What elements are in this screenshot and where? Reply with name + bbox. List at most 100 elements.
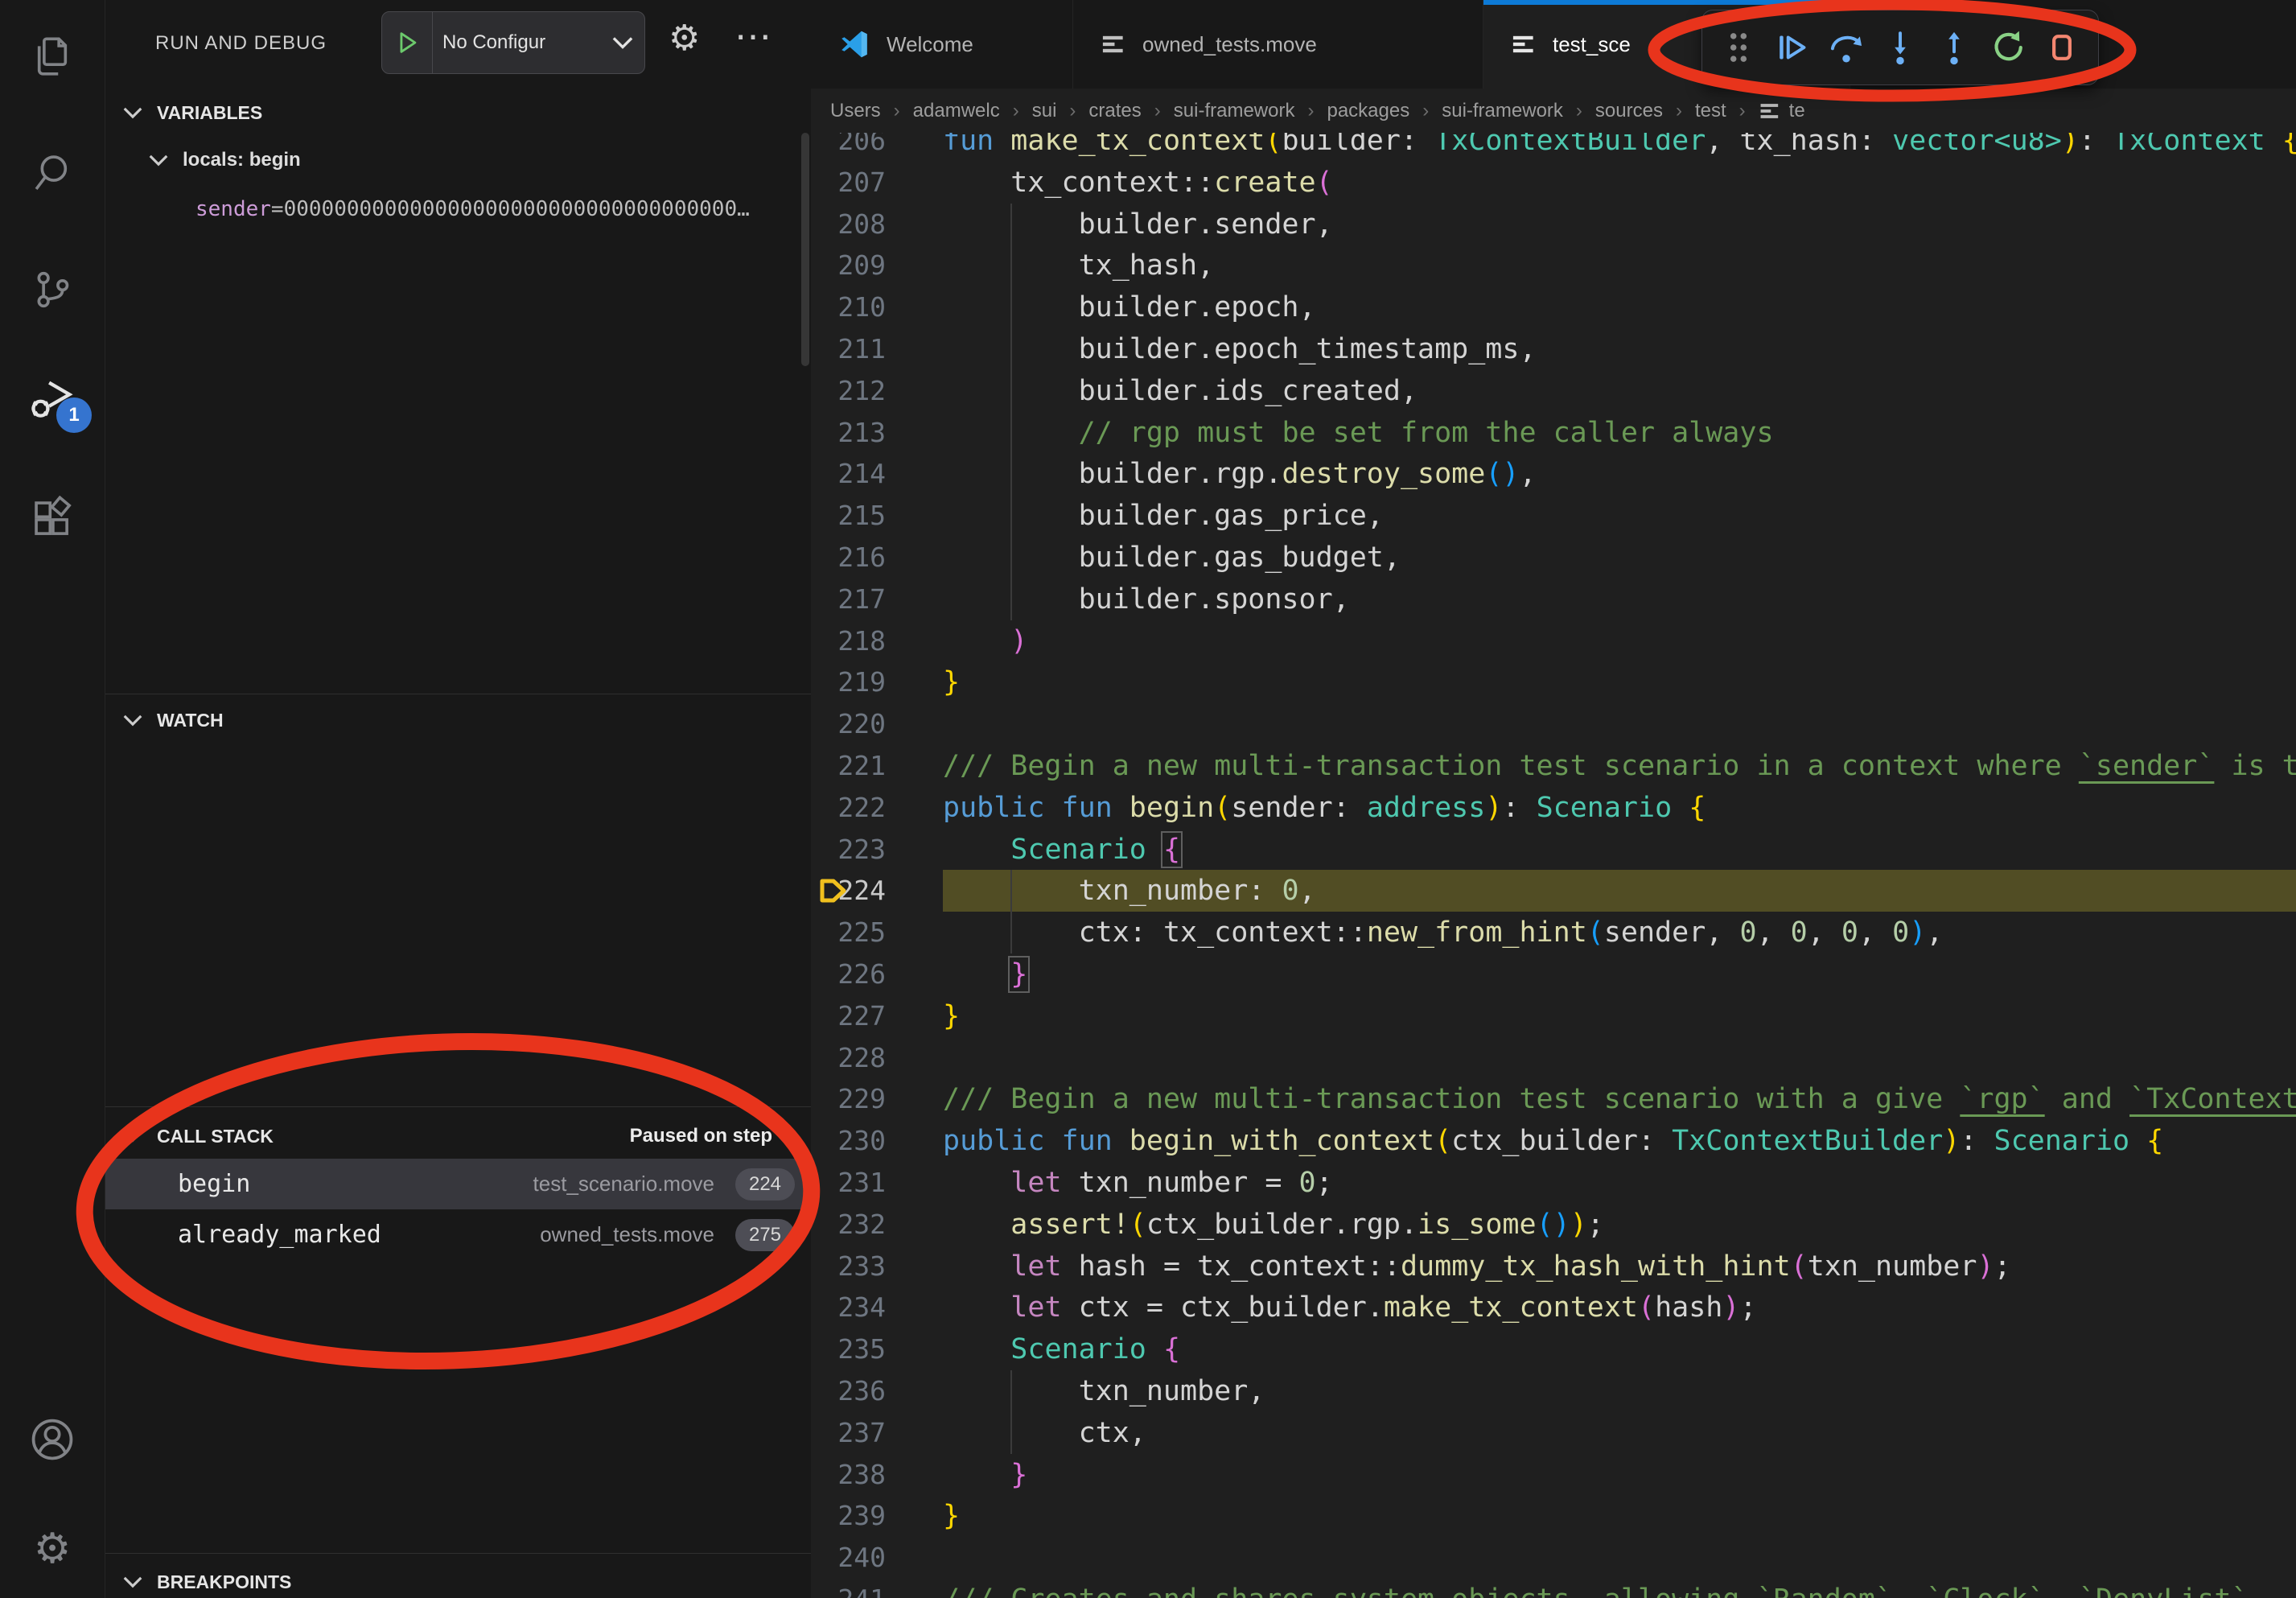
- breadcrumb-item[interactable]: packages: [1327, 100, 1409, 122]
- line-number[interactable]: 236: [811, 1370, 886, 1412]
- breadcrumb-item[interactable]: sui-framework: [1174, 100, 1295, 122]
- line-number[interactable]: 217: [811, 579, 886, 620]
- breadcrumb-item[interactable]: test: [1695, 100, 1726, 122]
- breadcrumb-item[interactable]: Users: [830, 100, 881, 122]
- code-line-210[interactable]: 210 builder.epoch,: [811, 286, 2296, 328]
- variables-section-header[interactable]: VARIABLES: [105, 90, 811, 135]
- line-number[interactable]: 210: [811, 286, 886, 328]
- tab-owned-tests[interactable]: owned_tests.move: [1073, 0, 1483, 89]
- line-number[interactable]: 208: [811, 204, 886, 245]
- line-number[interactable]: 209: [811, 245, 886, 286]
- line-number[interactable]: 228: [811, 1037, 886, 1079]
- code-line-215[interactable]: 215 builder.gas_price,: [811, 495, 2296, 537]
- line-number[interactable]: 227: [811, 995, 886, 1037]
- code-line-229[interactable]: 229/// Begin a new multi-transaction tes…: [811, 1078, 2296, 1120]
- step-into-icon[interactable]: [1877, 19, 1924, 76]
- code-line-227[interactable]: 227}: [811, 995, 2296, 1037]
- line-number[interactable]: 214: [811, 453, 886, 495]
- breadcrumb-item[interactable]: sui: [1032, 100, 1057, 122]
- line-number[interactable]: 218: [811, 620, 886, 662]
- line-number[interactable]: 223: [811, 829, 886, 871]
- code-line-234[interactable]: 234 let ctx = ctx_builder.make_tx_contex…: [811, 1287, 2296, 1328]
- line-number[interactable]: 233: [811, 1246, 886, 1287]
- explorer-icon[interactable]: [0, 12, 105, 101]
- line-number[interactable]: 212: [811, 370, 886, 412]
- line-number[interactable]: 219: [811, 661, 886, 703]
- source-control-icon[interactable]: [0, 245, 105, 334]
- line-number[interactable]: 229: [811, 1078, 886, 1120]
- sidebar-scrollbar[interactable]: [801, 133, 809, 366]
- line-number[interactable]: 231: [811, 1162, 886, 1204]
- line-number[interactable]: 232: [811, 1204, 886, 1246]
- run-and-debug-icon[interactable]: 1: [0, 356, 105, 444]
- line-number[interactable]: 237: [811, 1412, 886, 1454]
- code-line-208[interactable]: 208 builder.sender,: [811, 204, 2296, 245]
- continue-icon[interactable]: [1769, 19, 1817, 76]
- variables-scope-row[interactable]: locals: begin: [105, 137, 811, 183]
- code-line-212[interactable]: 212 builder.ids_created,: [811, 370, 2296, 412]
- debug-settings-gear-icon[interactable]: ⚙: [669, 18, 700, 59]
- stop-icon[interactable]: [2038, 19, 2085, 76]
- code-line-238[interactable]: 238 }: [811, 1454, 2296, 1496]
- code-line-213[interactable]: 213 // rgp must be set from the caller a…: [811, 412, 2296, 454]
- code-line-233[interactable]: 233 let hash = tx_context::dummy_tx_hash…: [811, 1246, 2296, 1287]
- code-line-217[interactable]: 217 builder.sponsor,: [811, 579, 2296, 620]
- line-number[interactable]: 226: [811, 953, 886, 995]
- line-number[interactable]: 215: [811, 495, 886, 537]
- code-line-231[interactable]: 231 let txn_number = 0;: [811, 1162, 2296, 1204]
- code-line-232[interactable]: 232 assert!(ctx_builder.rgp.is_some());: [811, 1204, 2296, 1246]
- line-number[interactable]: 221: [811, 745, 886, 787]
- manage-gear-icon[interactable]: ⚙: [0, 1505, 105, 1593]
- code-line-235[interactable]: 235 Scenario {: [811, 1328, 2296, 1370]
- code-line-209[interactable]: 209 tx_hash,: [811, 245, 2296, 286]
- breadcrumb[interactable]: Users› adamwelc› sui› crates› sui-framew…: [811, 89, 2296, 133]
- line-number[interactable]: 235: [811, 1328, 886, 1370]
- search-icon[interactable]: [0, 129, 105, 217]
- start-debugging-icon[interactable]: [382, 12, 433, 73]
- code-line-207[interactable]: 207 tx_context::create(: [811, 162, 2296, 204]
- code-line-220[interactable]: 220: [811, 703, 2296, 745]
- code-line-239[interactable]: 239}: [811, 1495, 2296, 1537]
- breadcrumb-item[interactable]: crates: [1088, 100, 1141, 122]
- code-line-237[interactable]: 237 ctx,: [811, 1412, 2296, 1454]
- code-line-206[interactable]: 206fun make_tx_context(builder: TxContex…: [811, 133, 2296, 162]
- debug-config-dropdown[interactable]: No Configur: [381, 11, 645, 74]
- line-number[interactable]: 239: [811, 1495, 886, 1537]
- code-line-221[interactable]: 221/// Begin a new multi-transaction tes…: [811, 745, 2296, 787]
- code-line-218[interactable]: 218 ): [811, 620, 2296, 662]
- step-out-icon[interactable]: [1930, 19, 1977, 76]
- line-number[interactable]: 207: [811, 162, 886, 204]
- variable-row-sender[interactable]: sender = 0000000000000000000000000000000…: [195, 187, 803, 232]
- code-line-216[interactable]: 216 builder.gas_budget,: [811, 537, 2296, 579]
- code-line-223[interactable]: 223 Scenario {: [811, 829, 2296, 871]
- code-line-222[interactable]: 222public fun begin(sender: address): Sc…: [811, 787, 2296, 829]
- code-line-224[interactable]: 224 txn_number: 0,: [811, 870, 2296, 912]
- line-number[interactable]: 220: [811, 703, 886, 745]
- line-number[interactable]: 225: [811, 912, 886, 953]
- code-line-211[interactable]: 211 builder.epoch_timestamp_ms,: [811, 328, 2296, 370]
- code-line-214[interactable]: 214 builder.rgp.destroy_some(),: [811, 453, 2296, 495]
- code-line-236[interactable]: 236 txn_number,: [811, 1370, 2296, 1412]
- line-number[interactable]: 216: [811, 537, 886, 579]
- stack-frame-begin[interactable]: begin test_scenario.move 224: [105, 1159, 811, 1209]
- restart-icon[interactable]: [1984, 19, 2031, 76]
- line-number[interactable]: 238: [811, 1454, 886, 1496]
- watch-section-header[interactable]: WATCH: [105, 698, 811, 743]
- code-line-241[interactable]: 241/// Creates and shares system objects…: [811, 1579, 2296, 1598]
- code-line-219[interactable]: 219}: [811, 661, 2296, 703]
- step-over-icon[interactable]: [1823, 19, 1870, 76]
- line-number[interactable]: 230: [811, 1120, 886, 1162]
- breakpoints-section-header[interactable]: BREAKPOINTS: [105, 1559, 811, 1598]
- code-line-240[interactable]: 240: [811, 1537, 2296, 1579]
- toolbar-drag-handle[interactable]: [1715, 19, 1763, 76]
- code-line-226[interactable]: 226 }: [811, 953, 2296, 995]
- tab-welcome[interactable]: Welcome: [811, 0, 1073, 89]
- line-number[interactable]: 211: [811, 328, 886, 370]
- more-actions-icon[interactable]: ⋯: [734, 14, 772, 58]
- line-number[interactable]: 206: [811, 133, 886, 162]
- extensions-icon[interactable]: [0, 475, 105, 563]
- code-line-230[interactable]: 230public fun begin_with_context(ctx_bui…: [811, 1120, 2296, 1162]
- accounts-icon[interactable]: [0, 1395, 105, 1484]
- line-number[interactable]: 240: [811, 1537, 886, 1579]
- code-line-228[interactable]: 228: [811, 1037, 2296, 1079]
